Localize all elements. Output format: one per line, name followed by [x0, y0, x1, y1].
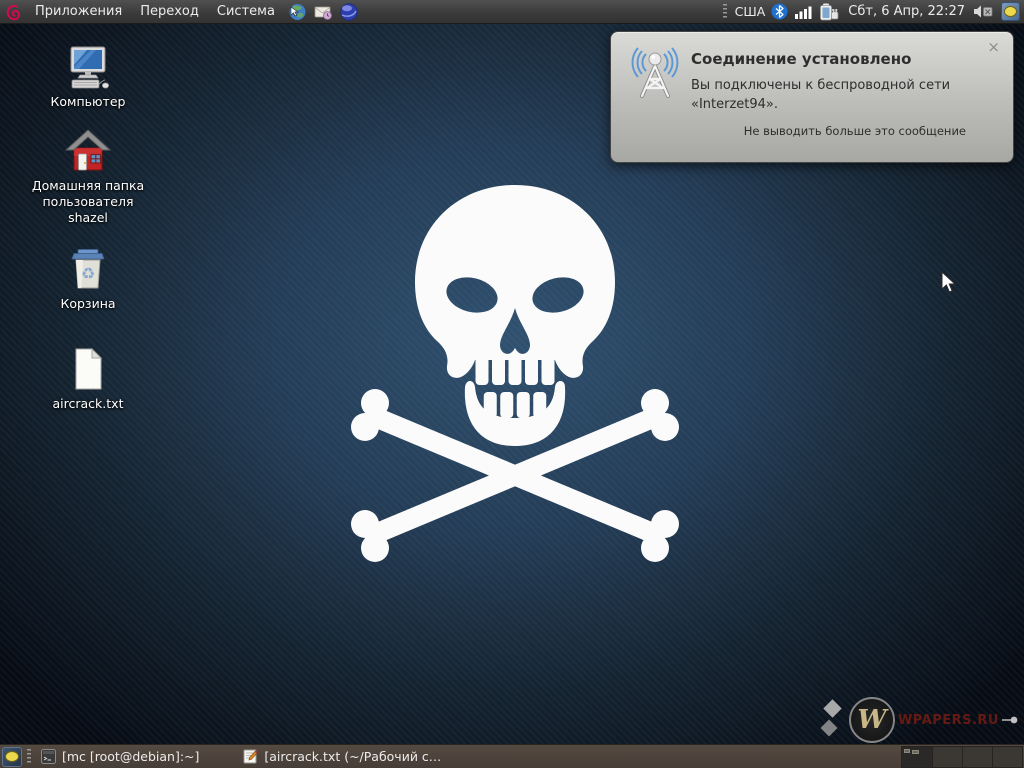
bottom-panel: [mc [root@debian]:~] [aircrack.txt (~/Ра…: [0, 744, 1024, 768]
bluetooth-icon[interactable]: [771, 3, 788, 20]
notification-body-line1: Вы подключены к беспроводной сети: [691, 76, 950, 95]
desktop-screen: W WPAPERS.RU Приложения Переход Система: [0, 0, 1024, 768]
computer-icon: [65, 44, 111, 90]
close-icon[interactable]: ×: [987, 40, 1000, 54]
top-panel: Приложения Переход Система США: [0, 0, 1024, 24]
menu-places[interactable]: Переход: [131, 0, 208, 24]
workspace-cell-active[interactable]: [902, 747, 932, 767]
notification-title: Соединение установлено: [691, 50, 911, 68]
watermark-text: WPAPERS.RU: [898, 713, 999, 728]
browser-globe-launcher-icon[interactable]: [339, 2, 359, 22]
watermark-diamond-icon: [820, 698, 846, 742]
workspace-mini-window: [904, 749, 910, 753]
workspace-cell[interactable]: [932, 747, 962, 767]
panel-drag-handle[interactable]: [27, 749, 31, 765]
desktop-icon-label: Домашняя папка пользователя shazel: [24, 178, 152, 226]
dismiss-message-link[interactable]: Не выводить больше это сообщение: [744, 124, 966, 138]
show-desktop-button[interactable]: [2, 747, 22, 767]
clock[interactable]: Сбт, 6 Апр, 22:27: [846, 4, 967, 19]
desktop-icon-aircrack-file[interactable]: aircrack.txt: [24, 346, 152, 412]
skull-crossbones-wallpaper: [325, 182, 705, 567]
workspace-switcher: [901, 746, 1023, 768]
signal-strength-icon[interactable]: [794, 4, 812, 20]
desktop-icon-computer[interactable]: Компьютер: [24, 44, 152, 110]
panel-drag-handle[interactable]: [723, 4, 727, 20]
task-label: [aircrack.txt (~/Рабочий с…: [264, 749, 441, 764]
menu-system[interactable]: Система: [208, 0, 284, 24]
desktop-icon-home-folder[interactable]: Домашняя папка пользователя shazel: [24, 128, 152, 226]
show-desktop-icon: [5, 751, 19, 762]
battery-power-icon[interactable]: [818, 3, 840, 21]
keyboard-layout-indicator[interactable]: США: [735, 4, 766, 19]
volume-muted-icon[interactable]: [973, 4, 995, 19]
desktop-icon-trash[interactable]: ♻ Корзина: [24, 246, 152, 312]
svg-text:♻: ♻: [81, 264, 95, 283]
home-folder-icon: [65, 128, 111, 174]
watermark-tail-icon: [1002, 715, 1018, 725]
trash-icon: ♻: [65, 246, 111, 292]
workspace-mini-window: [912, 750, 919, 754]
workspace-cell[interactable]: [992, 747, 1022, 767]
task-label: [mc [root@debian]:~]: [62, 749, 199, 764]
notification-popup: Соединение установлено Вы подключены к б…: [610, 31, 1014, 163]
watermark-logo: W: [849, 697, 895, 743]
notification-area-icon[interactable]: [1001, 2, 1020, 21]
web-browser-launcher-icon[interactable]: [287, 2, 307, 22]
terminal-icon: [41, 749, 56, 764]
status-dot: [1004, 6, 1017, 17]
notification-body-line2: «Interzet94».: [691, 95, 950, 114]
network-wireless-icon: [627, 44, 683, 102]
desktop-icon-label: Корзина: [60, 296, 115, 312]
workspace-cell[interactable]: [962, 747, 992, 767]
desktop-icon-label: Компьютер: [51, 94, 126, 110]
email-launcher-icon[interactable]: [313, 2, 333, 22]
desktop-icon-label: aircrack.txt: [53, 396, 124, 412]
text-file-icon: [65, 346, 111, 392]
notification-body: Вы подключены к беспроводной сети «Inter…: [691, 76, 950, 114]
panel-status-area: США Сбт, 6 Апр, 22:27: [721, 2, 1024, 21]
task-button-aircrack[interactable]: [aircrack.txt (~/Рабочий с…: [235, 745, 449, 768]
mouse-cursor: [941, 271, 958, 295]
text-editor-icon: [243, 749, 258, 764]
debian-logo-icon[interactable]: [3, 2, 23, 22]
task-button-mc[interactable]: [mc [root@debian]:~]: [33, 745, 207, 768]
menu-applications[interactable]: Приложения: [26, 0, 131, 24]
wallpaper-watermark: W WPAPERS.RU: [820, 697, 1018, 743]
